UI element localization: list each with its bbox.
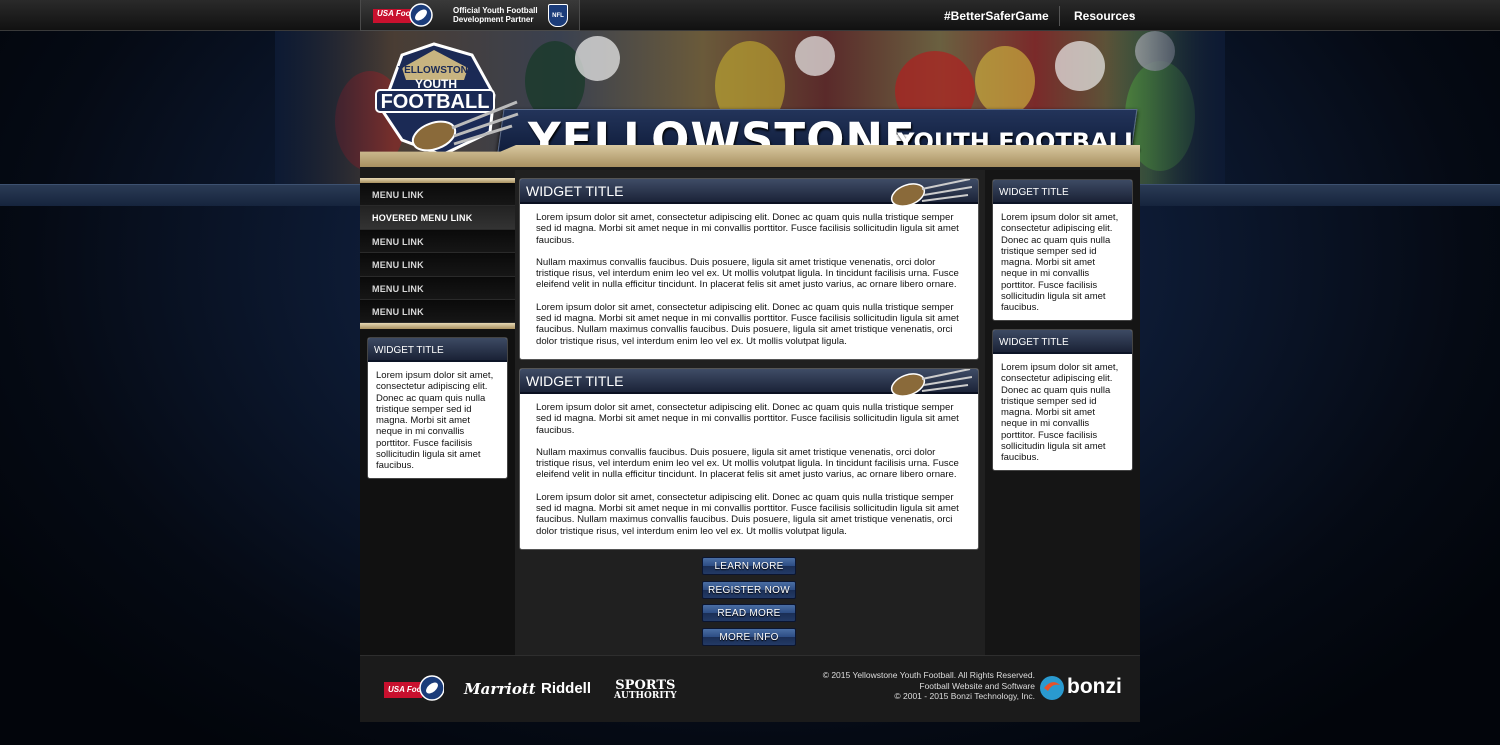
riddell-logo[interactable]: Riddell: [541, 680, 591, 697]
main-widget-1: WIDGET TITLE Lorem ipsum dolor sit amet,…: [519, 178, 979, 360]
widget-title: WIDGET TITLE: [368, 338, 507, 362]
menu-link[interactable]: MENU LINK: [360, 253, 515, 277]
football-icon: [890, 369, 972, 397]
logo-bottom-text: FOOTBALL: [381, 91, 490, 113]
main-widget-2: WIDGET TITLE Lorem ipsum dolor sit amet,…: [519, 368, 979, 550]
menu-link[interactable]: MENU LINK: [360, 183, 515, 207]
top-divider: [1059, 6, 1060, 26]
partner-box: USA Football Official Youth Football Dev…: [360, 0, 580, 31]
footer: USA Football Marriott Riddell SPORTS AUT…: [360, 655, 1140, 722]
right-widget-1: WIDGET TITLE Lorem ipsum dolor sit amet,…: [992, 179, 1133, 321]
logo-mid-text: YOUTH: [415, 77, 457, 91]
copyright-line: © 2001 - 2015 Bonzi Technology, Inc.: [894, 691, 1035, 701]
widget-title: WIDGET TITLE: [526, 183, 624, 199]
marriott-logo[interactable]: Marriott: [464, 680, 536, 698]
widget-title: WIDGET TITLE: [993, 330, 1132, 354]
menu-link[interactable]: MENU LINK: [360, 299, 515, 324]
sports-authority-line2: AUTHORITY: [614, 691, 677, 701]
left-widget: WIDGET TITLE Lorem ipsum dolor sit amet,…: [367, 337, 508, 479]
nfl-shield-icon[interactable]: NFL: [548, 4, 568, 27]
right-widget-2: WIDGET TITLE Lorem ipsum dolor sit amet,…: [992, 329, 1133, 471]
bonzi-wordmark[interactable]: bonzi: [1067, 675, 1122, 699]
widget-paragraph: Lorem ipsum dolor sit amet, consectetur …: [536, 491, 959, 537]
sports-authority-logo[interactable]: SPORTS AUTHORITY: [614, 679, 677, 701]
football-icon: [890, 179, 972, 207]
widget-paragraph: Lorem ipsum dolor sit amet, consectetur …: [536, 402, 959, 436]
widget-title: WIDGET TITLE: [526, 373, 624, 389]
widget-paragraph: Lorem ipsum dolor sit amet, consectetur …: [536, 301, 959, 347]
more-info-button[interactable]: MORE INFO: [702, 628, 796, 646]
register-now-button[interactable]: REGISTER NOW: [702, 581, 796, 599]
top-bar: USA Football Official Youth Football Dev…: [0, 0, 1500, 31]
chevron-down-icon[interactable]: ⌄: [1129, 9, 1137, 20]
copyright-line: © 2015 Yellowstone Youth Football. All R…: [822, 670, 1035, 680]
partner-text: Official Youth Football Development Part…: [453, 6, 545, 24]
yellowstone-logo[interactable]: YELLOWSTONE YOUTH FOOTBALL: [372, 40, 522, 160]
hashtag-link[interactable]: #BetterSaferGame: [944, 9, 1049, 23]
menu-link[interactable]: MENU LINK: [360, 276, 515, 300]
widget-paragraph: Nullam maximus convallis faucibus. Duis …: [536, 446, 959, 481]
resources-menu[interactable]: Resources: [1074, 9, 1135, 23]
learn-more-button[interactable]: LEARN MORE: [702, 557, 796, 575]
menu-link[interactable]: MENU LINK: [360, 229, 515, 254]
widget-body: Lorem ipsum dolor sit amet, consectetur …: [1001, 212, 1119, 314]
logo-top-text: YELLOWSTONE: [397, 65, 474, 76]
partner-line1: Official Youth Football: [453, 6, 538, 15]
usa-football-logo[interactable]: USA Football: [382, 674, 444, 702]
widget-paragraph: Lorem ipsum dolor sit amet, consectetur …: [536, 212, 959, 246]
menu-link-hovered[interactable]: HOVERED MENU LINK: [360, 206, 515, 230]
copyright: © 2015 Yellowstone Youth Football. All R…: [780, 670, 1035, 702]
usa-football-logo[interactable]: USA Football: [371, 3, 433, 27]
copyright-line[interactable]: Football Website and Software: [780, 681, 1035, 692]
read-more-button[interactable]: READ MORE: [702, 604, 796, 622]
side-menu: MENU LINK HOVERED MENU LINK MENU LINK ME…: [360, 178, 515, 330]
widget-body: Lorem ipsum dolor sit amet, consectetur …: [376, 370, 494, 472]
widget-body: Lorem ipsum dolor sit amet, consectetur …: [1001, 362, 1119, 464]
partner-line2: Development Partner: [453, 15, 534, 24]
widget-paragraph: Nullam maximus convallis faucibus. Duis …: [536, 256, 959, 291]
widget-title: WIDGET TITLE: [993, 180, 1132, 204]
